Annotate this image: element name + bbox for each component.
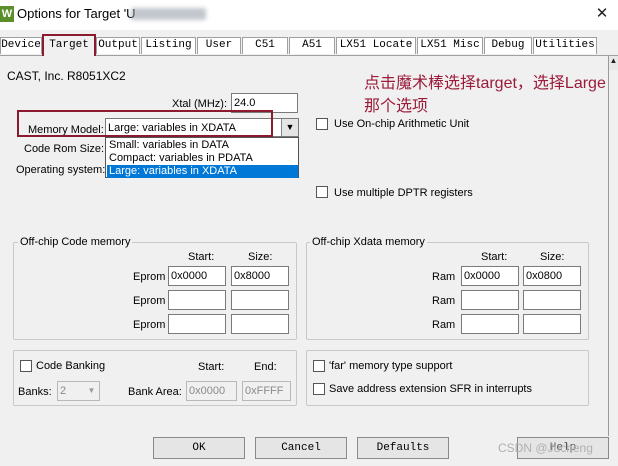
- eprom-start-input[interactable]: 0x0000: [168, 266, 226, 286]
- multiple-dptr-label: Use multiple DPTR registers: [334, 187, 473, 199]
- option-compact[interactable]: Compact: variables in PDATA: [107, 152, 298, 165]
- bank-start-header: Start:: [198, 361, 225, 373]
- on-chip-arith-label: Use On-chip Arithmetic Unit: [334, 118, 470, 130]
- ram-label: Ram: [432, 295, 456, 307]
- tab-listing[interactable]: Listing: [141, 37, 196, 54]
- chevron-down-icon[interactable]: ▼: [281, 119, 298, 136]
- tab-output[interactable]: Output: [96, 37, 140, 54]
- bank-end-input[interactable]: 0xFFFF: [242, 381, 291, 401]
- code-start-header: Start:: [188, 251, 215, 263]
- eprom-start-input[interactable]: [168, 290, 226, 310]
- on-chip-arith-checkbox[interactable]: [316, 118, 328, 130]
- far-memory-group: [306, 350, 589, 406]
- memory-model-highlight: [17, 110, 273, 137]
- option-large[interactable]: Large: variables in XDATA: [107, 165, 298, 178]
- window-title: Options for Target 'U: [17, 6, 136, 21]
- tab-device[interactable]: Device: [0, 37, 42, 54]
- ok-button[interactable]: OK: [153, 437, 245, 459]
- xdata-start-header: Start:: [481, 251, 508, 263]
- tab-debug[interactable]: Debug: [484, 37, 532, 54]
- tab-utilities[interactable]: Utilities: [533, 37, 597, 54]
- device-name: CAST, Inc. R8051XC2: [7, 69, 126, 83]
- eprom-label: Eprom: [133, 295, 166, 307]
- xtal-label: Xtal (MHz):: [172, 98, 227, 110]
- memory-model-dropdown: Small: variables in DATA Compact: variab…: [105, 137, 299, 178]
- eprom-size-input[interactable]: 0x8000: [231, 266, 289, 286]
- ram-label: Ram: [432, 319, 456, 331]
- defaults-button[interactable]: Defaults: [357, 437, 449, 459]
- ram-start-input[interactable]: [461, 314, 519, 334]
- save-address-checkbox[interactable]: [313, 383, 325, 395]
- code-banking-checkbox[interactable]: [20, 360, 32, 372]
- bank-end-header: End:: [254, 361, 277, 373]
- annotation-text: 点击魔术棒选择target，选择Large那个选项: [364, 75, 606, 115]
- eprom-label: Eprom: [133, 319, 166, 331]
- ram-label: Ram: [432, 271, 456, 283]
- xdata-memory-title: Off-chip Xdata memory: [310, 236, 427, 248]
- code-memory-title: Off-chip Code memory: [18, 236, 133, 248]
- xdata-size-header: Size:: [540, 251, 565, 263]
- tab-a51[interactable]: A51: [289, 37, 335, 54]
- scroll-up-icon[interactable]: ▲: [608, 56, 618, 70]
- scrollbar[interactable]: [608, 56, 618, 436]
- multiple-dptr-checkbox[interactable]: [316, 186, 328, 198]
- tab-lx51-misc[interactable]: LX51 Misc: [417, 37, 483, 54]
- bank-area-label: Bank Area:: [128, 386, 182, 398]
- eprom-size-input[interactable]: [231, 314, 289, 334]
- far-memory-checkbox[interactable]: [313, 360, 325, 372]
- ram-start-input[interactable]: 0x0000: [461, 266, 519, 286]
- tab-c51[interactable]: C51: [242, 37, 288, 54]
- save-address-label: Save address extension SFR in interrupts: [329, 383, 532, 395]
- code-size-header: Size:: [248, 251, 273, 263]
- eprom-size-input[interactable]: [231, 290, 289, 310]
- ram-size-input[interactable]: 0x0800: [523, 266, 581, 286]
- app-icon: W: [0, 6, 14, 22]
- eprom-label: Eprom: [133, 271, 166, 283]
- code-banking-label: Code Banking: [36, 360, 106, 372]
- code-rom-label: Code Rom Size:: [24, 143, 105, 155]
- cancel-button[interactable]: Cancel: [255, 437, 347, 459]
- tab-user[interactable]: User: [197, 37, 241, 54]
- eprom-start-input[interactable]: [168, 314, 226, 334]
- ram-start-input[interactable]: [461, 290, 519, 310]
- watermark: CSDN @Jucheng: [498, 441, 593, 455]
- banks-label: Banks:: [18, 386, 52, 398]
- tab-lx51-locate[interactable]: LX51 Locate: [336, 37, 416, 54]
- blurred-title-suffix: [131, 8, 206, 20]
- far-memory-label: 'far' memory type support: [329, 360, 453, 372]
- ram-size-input[interactable]: [523, 290, 581, 310]
- operating-system-label: Operating system:: [16, 164, 106, 176]
- chevron-down-icon[interactable]: ▼: [84, 382, 99, 400]
- bank-start-input[interactable]: 0x0000: [186, 381, 237, 401]
- ram-size-input[interactable]: [523, 314, 581, 334]
- tab-target[interactable]: Target: [42, 34, 96, 56]
- option-small[interactable]: Small: variables in DATA: [107, 139, 298, 152]
- close-icon[interactable]: ✕: [590, 4, 614, 24]
